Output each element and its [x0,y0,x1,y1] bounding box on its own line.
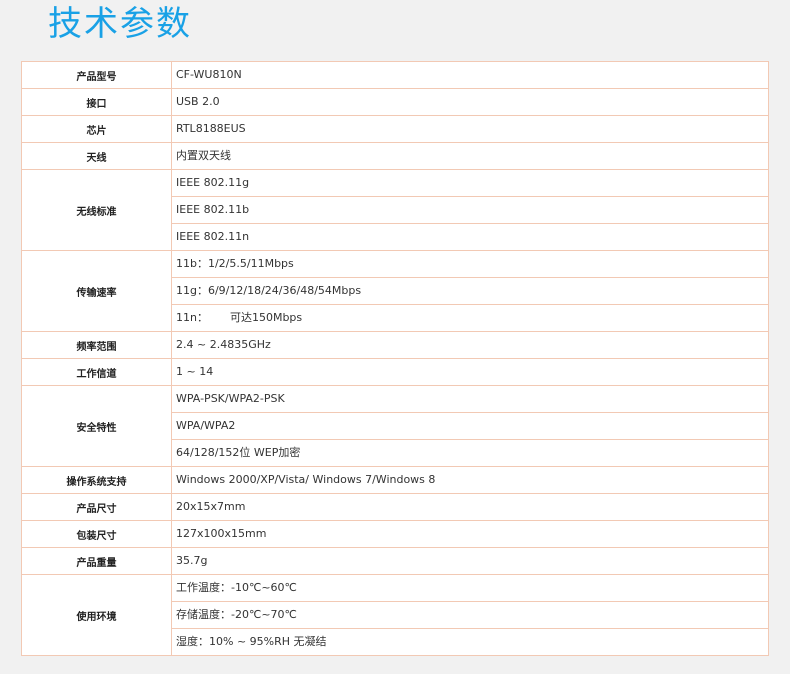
table-row: 接口 USB 2.0 [21,88,769,116]
spec-value-cell: 35.7g [171,547,769,575]
table-row: 工作信道 1 ~ 14 [21,358,769,386]
spec-value: CF-WU810N [176,68,242,81]
spec-label: 产品型号 [21,61,172,89]
spec-value-cell: USB 2.0 [171,88,769,116]
spec-value: 内置双天线 [176,149,231,162]
spec-value-cell: 20x15x7mm [171,493,769,521]
spec-label: 包装尺寸 [21,520,172,548]
spec-value: IEEE 802.11n [176,230,250,243]
spec-value-cell: 2.4 ~ 2.4835GHz [171,331,769,359]
table-row: 无线标准 IEEE 802.11g IEEE 802.11b IEEE 802.… [21,169,769,251]
page-title: 技术参数 [48,4,192,44]
spec-value: 64/128/152位 WEP加密 [176,446,301,459]
spec-value: 湿度：10% ~ 95%RH 无凝结 [176,635,327,648]
spec-value: IEEE 802.11b [172,197,768,224]
table-row: 产品型号 CF-WU810N [21,61,769,89]
spec-label: 芯片 [21,115,172,143]
spec-value: 20x15x7mm [176,500,246,513]
table-row: 天线 内置双天线 [21,142,769,170]
spec-label: 使用环境 [21,574,172,656]
spec-value-cell: 11b：1/2/5.5/11Mbps 11g：6/9/12/18/24/36/4… [171,250,769,332]
spec-value: RTL8188EUS [176,122,246,135]
spec-value: 127x100x15mm [176,527,267,540]
table-row: 安全特性 WPA-PSK/WPA2-PSK WPA/WPA2 64/128/15… [21,385,769,467]
spec-table: 产品型号 CF-WU810N 接口 USB 2.0 芯片 RTL8188EUS … [21,61,769,656]
spec-value: 2.4 ~ 2.4835GHz [176,338,271,351]
spec-value-cell: 1 ~ 14 [171,358,769,386]
spec-label: 频率范围 [21,331,172,359]
table-row: 芯片 RTL8188EUS [21,115,769,143]
spec-value-cell: 工作温度：-10℃~60℃ 存储温度：-20℃~70℃ 湿度：10% ~ 95%… [171,574,769,656]
spec-value-cell: 127x100x15mm [171,520,769,548]
spec-value: 1 ~ 14 [176,365,214,378]
spec-value-cell: WPA-PSK/WPA2-PSK WPA/WPA2 64/128/152位 WE… [171,385,769,467]
spec-label: 无线标准 [21,169,172,251]
table-row: 产品重量 35.7g [21,547,769,575]
spec-value: Windows 2000/XP/Vista/ Windows 7/Windows… [176,473,436,486]
spec-value: 工作温度：-10℃~60℃ [172,575,768,602]
spec-value: 35.7g [176,554,208,567]
spec-label: 传输速率 [21,250,172,332]
table-row: 操作系统支持 Windows 2000/XP/Vista/ Windows 7/… [21,466,769,494]
spec-value-cell: 内置双天线 [171,142,769,170]
spec-value: 11n： [176,311,208,324]
spec-value-cell: Windows 2000/XP/Vista/ Windows 7/Windows… [171,466,769,494]
spec-value-cell: IEEE 802.11g IEEE 802.11b IEEE 802.11n [171,169,769,251]
table-row: 产品尺寸 20x15x7mm [21,493,769,521]
spec-value: 11b：1/2/5.5/11Mbps [172,251,768,278]
spec-label: 产品尺寸 [21,493,172,521]
table-row: 传输速率 11b：1/2/5.5/11Mbps 11g：6/9/12/18/24… [21,250,769,332]
spec-value-line: 11n： 可达150Mbps [172,305,768,331]
spec-value: IEEE 802.11g [172,170,768,197]
spec-label: 接口 [21,88,172,116]
spec-value-cell: RTL8188EUS [171,115,769,143]
spec-value: WPA/WPA2 [172,413,768,440]
table-row: 频率范围 2.4 ~ 2.4835GHz [21,331,769,359]
spec-value-cell: CF-WU810N [171,61,769,89]
table-row: 使用环境 工作温度：-10℃~60℃ 存储温度：-20℃~70℃ 湿度：10% … [21,574,769,656]
spec-value: 11g：6/9/12/18/24/36/48/54Mbps [172,278,768,305]
spec-label: 产品重量 [21,547,172,575]
spec-value: WPA-PSK/WPA2-PSK [172,386,768,413]
spec-label: 工作信道 [21,358,172,386]
spec-label: 安全特性 [21,385,172,467]
spec-value: USB 2.0 [176,95,220,108]
spec-value: 可达150Mbps [229,311,303,324]
spec-label: 操作系统支持 [21,466,172,494]
spec-value: 存储温度：-20℃~70℃ [172,602,768,629]
table-row: 包装尺寸 127x100x15mm [21,520,769,548]
spec-label: 天线 [21,142,172,170]
